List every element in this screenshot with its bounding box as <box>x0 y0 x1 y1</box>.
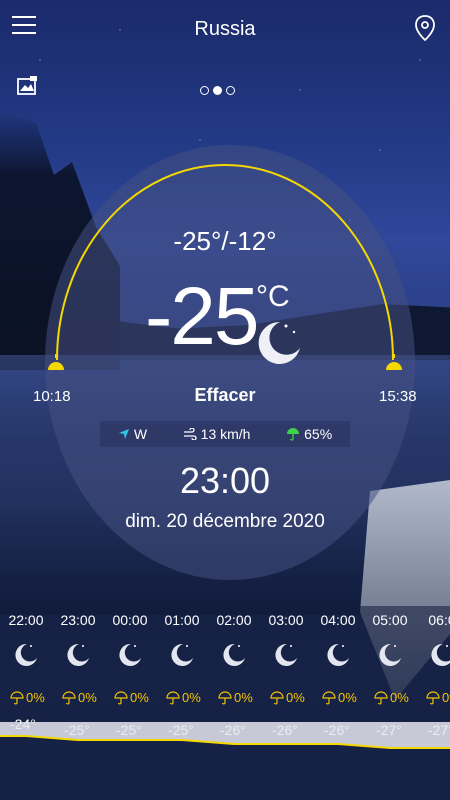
hourly-temperature-curve <box>0 722 450 749</box>
background-image-icon[interactable] <box>16 75 38 97</box>
location-pin-icon[interactable] <box>414 14 436 42</box>
wind-icon <box>183 428 197 440</box>
temperature-unit[interactable]: °C <box>256 280 290 314</box>
precipitation: 65% <box>286 426 332 442</box>
wind-direction-icon <box>118 429 129 439</box>
page-dot[interactable] <box>200 86 209 95</box>
current-temperature: -25 <box>145 271 260 362</box>
sunrise-icon <box>48 354 64 370</box>
wind-direction-label: W <box>133 426 148 442</box>
hourly-forecast[interactable]: 22:000%-24°23:000%-25°00:000%-25°01:000%… <box>0 606 450 800</box>
top-bar: Russia <box>0 0 450 60</box>
umbrella-icon <box>287 428 300 441</box>
current-time: 23:00 <box>179 460 271 501</box>
precipitation-label: 65% <box>304 426 333 442</box>
current-date: dim. 20 décembre 2020 <box>125 511 325 532</box>
wind-direction: W <box>118 426 147 442</box>
temp-range: -25°/-12° <box>173 226 277 256</box>
crescent-moon-icon <box>258 321 300 364</box>
weather-condition: Effacer <box>194 385 256 405</box>
sunset-icon <box>386 354 402 370</box>
page-dot-active[interactable] <box>213 86 222 95</box>
wind-speed: 13 km/h <box>183 426 251 442</box>
page-dot[interactable] <box>226 86 235 95</box>
wind-speed-label: 13 km/h <box>200 426 251 442</box>
weather-metrics: W 13 km/h 65% <box>100 421 350 447</box>
page-indicator <box>200 86 235 95</box>
page-title: Russia <box>194 18 256 40</box>
